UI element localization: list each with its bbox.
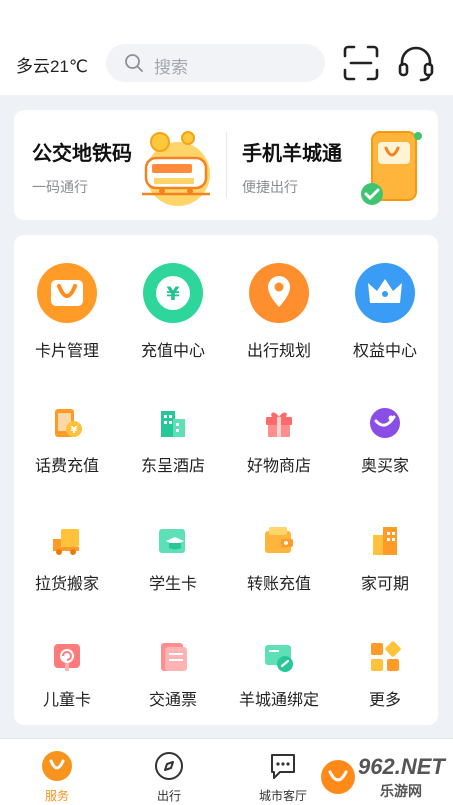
- more-grid-icon: [371, 641, 401, 671]
- card-manage-icon: [37, 263, 97, 323]
- chat-icon: [271, 754, 295, 779]
- nav-label: 城市客厅: [258, 789, 307, 803]
- building-icon: [373, 527, 397, 555]
- transit-code-button[interactable]: 公交地铁码 一码通行: [14, 110, 226, 220]
- phone-card-icon: [361, 131, 422, 205]
- service-label: 转账充值: [246, 576, 311, 593]
- truck-icon: [53, 529, 79, 555]
- service-trip-plan[interactable]: 出行规划: [226, 263, 332, 363]
- service-label: 儿童卡: [42, 692, 91, 709]
- trip-plan-icon: [249, 263, 309, 323]
- service-transfer[interactable]: 转账充值: [226, 525, 332, 595]
- wallet-icon: [265, 527, 293, 553]
- service-phone-bill[interactable]: ¥ 话费充值: [14, 407, 120, 477]
- service-label: 奥买家: [360, 458, 409, 475]
- service-label: 卡片管理: [34, 343, 99, 360]
- mobile-card-subtitle: 便捷出行: [242, 179, 298, 195]
- service-label: 出行规划: [246, 343, 311, 360]
- service-label: 拉货搬家: [34, 576, 99, 593]
- watermark-logo: 962.NET 乐游网: [318, 754, 448, 800]
- service-student-card[interactable]: 学生卡: [120, 525, 226, 595]
- service-card-manage[interactable]: 卡片管理: [14, 263, 120, 363]
- bind-link-icon: [265, 645, 293, 672]
- compass-icon: [155, 752, 183, 780]
- transit-code-subtitle: 一码通行: [32, 179, 88, 195]
- phone-bill-icon: ¥: [55, 409, 82, 437]
- train-icon: [142, 131, 210, 206]
- nav-label: 服务: [44, 789, 69, 803]
- nav-tab-service[interactable]: 服务: [12, 739, 102, 805]
- service-bind[interactable]: 羊城通绑定: [226, 641, 332, 711]
- search-icon: [125, 54, 143, 72]
- transit-card: 公交地铁码 一码通行 手机羊城通 便捷出行: [14, 110, 438, 220]
- search-placeholder: 搜索: [154, 58, 188, 77]
- service-benefits[interactable]: 权益中心: [332, 263, 438, 363]
- service-hotel[interactable]: 东呈酒店: [120, 407, 226, 477]
- transit-code-title: 公交地铁码: [32, 143, 132, 165]
- service-label: 话费充值: [34, 458, 99, 475]
- service-label: 交通票: [148, 692, 197, 709]
- watermark-subtext: 乐游网: [380, 783, 422, 799]
- weather-label[interactable]: 多云21℃: [16, 52, 88, 77]
- crown-icon: [355, 263, 415, 323]
- service-label: 学生卡: [148, 576, 197, 593]
- service-jiakeqi[interactable]: 家可期: [332, 525, 438, 595]
- service-moving[interactable]: 拉货搬家: [14, 525, 120, 595]
- customer-service-icon[interactable]: [396, 44, 436, 84]
- service-grid: 卡片管理 ¥ 充值中心 出行规划 权益中心 ¥ 话费充值 东呈酒店 好物商店 奥…: [14, 235, 438, 725]
- svg-text:¥: ¥: [71, 425, 78, 436]
- recharge-icon: ¥: [143, 263, 203, 323]
- service-label: 充值中心: [140, 343, 205, 360]
- nav-tab-city-hall[interactable]: 城市客厅: [238, 739, 328, 805]
- nav-label: 出行: [156, 789, 181, 803]
- service-label: 羊城通绑定: [238, 692, 319, 709]
- watermark-text: 962.NET: [358, 754, 445, 779]
- scan-icon[interactable]: [342, 44, 380, 82]
- service-tab-icon: [42, 751, 72, 781]
- service-aomaijia[interactable]: 奥买家: [332, 407, 438, 477]
- service-kids-card[interactable]: 儿童卡: [14, 641, 120, 711]
- kids-card-icon: [54, 644, 80, 671]
- top-bar: 多云21℃ 搜索: [0, 0, 453, 95]
- service-label: 权益中心: [352, 343, 417, 360]
- service-label: 好物商店: [246, 458, 311, 475]
- student-card-icon: [159, 529, 185, 553]
- aomaijia-icon: [370, 408, 400, 438]
- hotel-icon: [161, 411, 185, 437]
- nav-tab-travel[interactable]: 出行: [124, 739, 214, 805]
- service-ticket[interactable]: 交通票: [120, 641, 226, 711]
- ticket-icon: [161, 643, 187, 671]
- mobile-card-title: 手机羊城通: [242, 143, 342, 165]
- gift-icon: [266, 412, 292, 437]
- service-more[interactable]: 更多: [332, 641, 438, 711]
- service-label: 东呈酒店: [140, 458, 205, 475]
- service-shop[interactable]: 好物商店: [226, 407, 332, 477]
- service-recharge[interactable]: ¥ 充值中心: [120, 263, 226, 363]
- mobile-card-button[interactable]: 手机羊城通 便捷出行: [227, 110, 438, 220]
- search-input[interactable]: 搜索: [106, 44, 325, 82]
- service-label: 家可期: [360, 576, 409, 593]
- service-label: 更多: [368, 692, 401, 709]
- svg-text:¥: ¥: [166, 283, 179, 305]
